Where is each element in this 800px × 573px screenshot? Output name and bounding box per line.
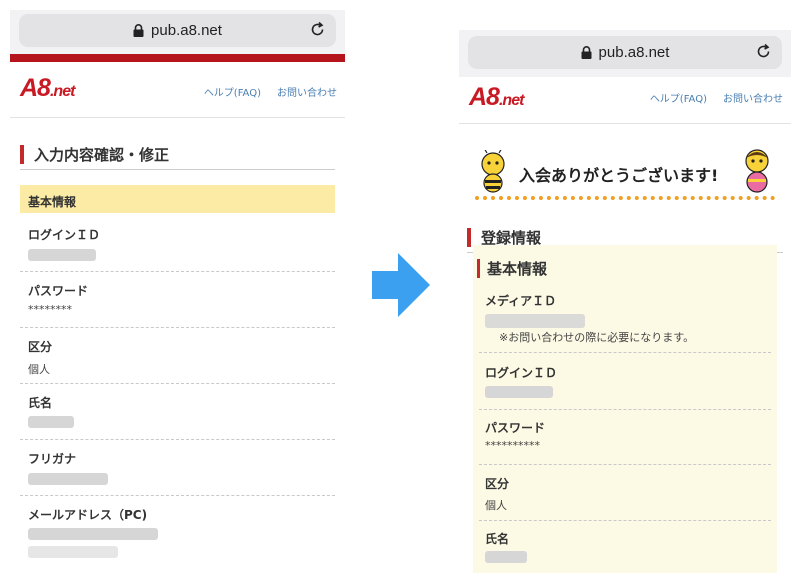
site-header: A8.net ヘルプ(FAQ) お問い合わせ <box>459 77 791 124</box>
category-value: 個人 <box>485 499 507 512</box>
lock-icon <box>133 24 144 37</box>
field-furigana: フリガナ <box>20 450 335 500</box>
blurred-value <box>28 528 158 540</box>
bee-mascot-icon <box>481 150 505 193</box>
field-label: パスワード <box>28 284 89 298</box>
reload-icon[interactable] <box>755 43 772 60</box>
field-login-id: ログインＩＤ <box>20 226 335 276</box>
field-name: 氏名 <box>473 530 777 573</box>
field-category: 区分 個人 <box>473 475 777 525</box>
row-divider <box>479 352 771 353</box>
address-bar[interactable]: pub.a8.net <box>19 14 336 47</box>
field-email: メールアドレス（PC) <box>20 506 335 566</box>
blurred-value <box>28 473 108 485</box>
row-divider <box>20 327 335 328</box>
row-divider <box>479 409 771 410</box>
contact-link[interactable]: お問い合わせ <box>277 84 337 99</box>
password-value: ******** <box>28 303 72 316</box>
row-divider <box>479 520 771 521</box>
blurred-value <box>28 546 118 558</box>
field-label: 氏名 <box>28 396 53 410</box>
category-value: 個人 <box>28 363 50 376</box>
logo-main: A8 <box>469 83 500 111</box>
field-password: パスワード ********** <box>473 419 777 469</box>
logo-suffix: .net <box>498 92 524 109</box>
help-link[interactable]: ヘルプ(FAQ) <box>204 84 261 99</box>
help-link[interactable]: ヘルプ(FAQ) <box>650 90 707 105</box>
field-label: メールアドレス（PC) <box>28 508 148 522</box>
page-title: 入力内容確認・修正 <box>34 146 170 164</box>
field-login-id: ログインＩＤ <box>473 364 777 414</box>
field-label: パスワード <box>485 421 546 435</box>
left-phone-screen: pub.a8.net A8.net ヘルプ(FAQ) お問い合わせ 入力内容確認… <box>10 10 345 573</box>
bee-mascot-icon <box>745 149 769 193</box>
contact-link[interactable]: お問い合わせ <box>723 90 783 105</box>
reload-icon[interactable] <box>309 21 326 38</box>
welcome-message: 入会ありがとうございます! <box>519 166 719 185</box>
row-divider <box>479 464 771 465</box>
field-label: ログインＩＤ <box>485 366 558 380</box>
subtitle-text: 基本情報 <box>487 260 548 278</box>
right-phone-screen: pub.a8.net A8.net ヘルプ(FAQ) お問い合わせ 入会ありがと… <box>459 30 791 573</box>
row-divider <box>20 383 335 384</box>
dotted-divider <box>475 196 775 200</box>
title-underline <box>20 169 335 170</box>
row-divider <box>20 439 335 440</box>
browser-toolbar: pub.a8.net <box>459 30 791 77</box>
field-name: 氏名 <box>20 394 335 444</box>
title-accent-bar <box>20 145 24 164</box>
blurred-value <box>485 386 553 398</box>
field-label: メディアＩＤ <box>485 294 557 308</box>
field-category: 区分 個人 <box>20 338 335 388</box>
address-bar[interactable]: pub.a8.net <box>468 36 782 69</box>
url-text: pub.a8.net <box>598 44 670 61</box>
row-divider <box>20 271 335 272</box>
field-password: パスワード ******** <box>20 282 335 332</box>
field-label: 区分 <box>28 340 53 354</box>
field-label: フリガナ <box>28 452 77 466</box>
password-value: ********** <box>485 439 540 452</box>
brand-stripe <box>10 54 345 62</box>
blurred-value <box>28 249 96 261</box>
subtitle-accent-bar <box>477 259 480 278</box>
welcome-banner: 入会ありがとうございます! <box>459 124 791 210</box>
arrow-right-icon <box>372 253 430 317</box>
row-divider <box>20 495 335 496</box>
url-text: pub.a8.net <box>151 22 222 39</box>
logo-main: A8 <box>20 74 51 102</box>
a8-logo[interactable]: A8.net <box>20 74 75 103</box>
lock-icon <box>581 46 592 59</box>
basic-info-subtitle: 基本情報 <box>477 258 777 280</box>
browser-toolbar: pub.a8.net <box>10 10 345 54</box>
blurred-value <box>485 314 585 328</box>
field-label: 氏名 <box>485 532 510 546</box>
field-label: ログインＩＤ <box>28 228 101 242</box>
logo-suffix: .net <box>49 83 75 100</box>
confirm-section-title: 入力内容確認・修正 <box>20 144 335 172</box>
title-accent-bar <box>467 228 471 247</box>
field-media-id: メディアＩＤ ※お問い合わせの際に必要になります。 <box>473 292 777 353</box>
site-header: A8.net ヘルプ(FAQ) お問い合わせ <box>10 62 345 118</box>
basic-info-label: 基本情報 <box>28 195 77 209</box>
field-note: ※お問い合わせの際に必要になります。 <box>499 331 695 344</box>
field-label: 区分 <box>485 477 510 491</box>
a8-logo[interactable]: A8.net <box>469 83 524 112</box>
blurred-value <box>28 416 74 428</box>
basic-info-heading: 基本情報 <box>20 185 335 213</box>
blurred-value <box>485 551 527 563</box>
